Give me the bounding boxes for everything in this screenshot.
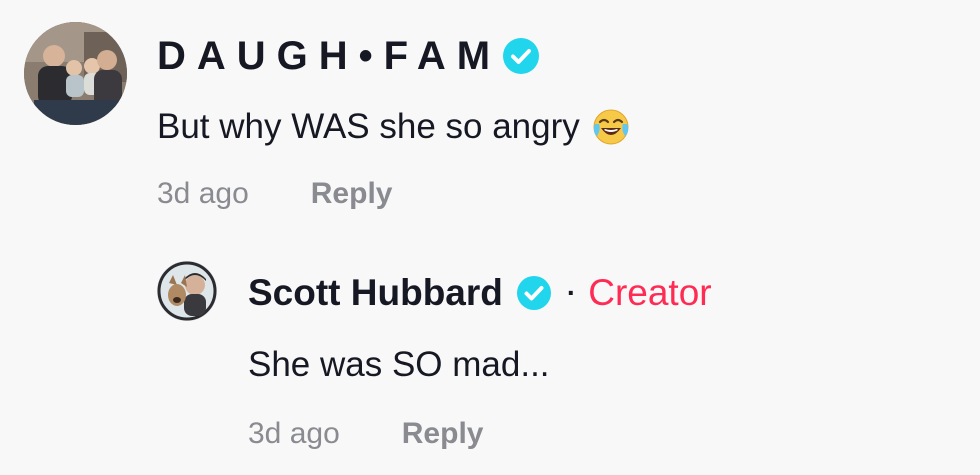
reply-username-text[interactable]: Scott Hubbard: [248, 272, 503, 314]
verified-badge-icon: [503, 38, 540, 74]
reply-button[interactable]: Reply: [311, 177, 393, 211]
comment-body: But why WAS she so angry: [157, 107, 580, 146]
reply-avatar[interactable]: [157, 261, 217, 321]
reply-reply-button[interactable]: Reply: [402, 417, 484, 451]
comment-meta: 3d ago Reply: [157, 172, 392, 216]
comment-username[interactable]: DAUGH•FAM: [157, 28, 540, 84]
separator-dot: ·: [566, 277, 577, 308]
reply-timestamp: 3d ago: [248, 417, 340, 450]
reply-username[interactable]: Scott Hubbard · Creator: [248, 266, 712, 320]
creator-badge: Creator: [588, 272, 712, 313]
reply-body: She was SO mad...: [248, 345, 550, 384]
comment-timestamp: 3d ago: [157, 177, 249, 210]
verified-badge-icon: [516, 276, 551, 310]
reply-meta: 3d ago Reply: [248, 412, 483, 456]
reply-text: She was SO mad...: [248, 340, 550, 390]
tears-of-joy-emoji-icon: [592, 108, 630, 146]
family-photo: [24, 22, 127, 125]
comment-text: But why WAS she so angry: [157, 102, 630, 152]
avatar[interactable]: [24, 22, 127, 125]
username-text[interactable]: DAUGH•FAM: [157, 34, 501, 79]
creator-photo: [157, 261, 217, 321]
comment-thread: DAUGH•FAM But why WAS she so angry 3d ag…: [0, 0, 980, 475]
